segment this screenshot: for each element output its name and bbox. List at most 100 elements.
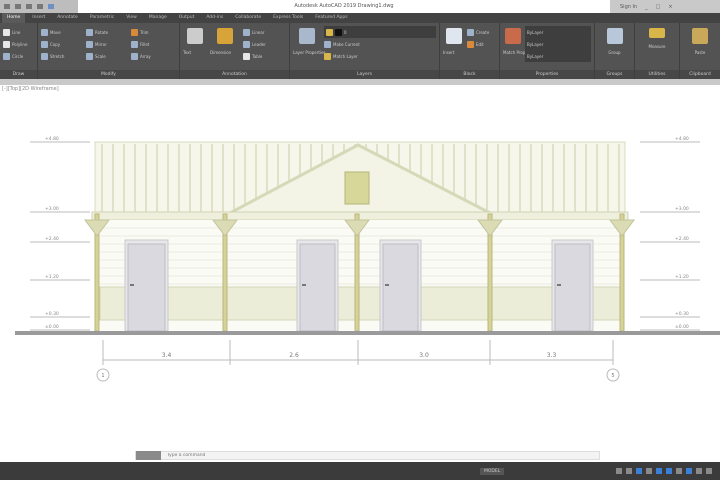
undo-icon[interactable] [48, 4, 54, 9]
window-title: Autodesk AutoCAD 2019 Drawing1.dwg [78, 0, 610, 13]
level-label: +0.30 [45, 311, 59, 317]
command-options-button[interactable] [136, 451, 161, 460]
drawing-canvas[interactable]: [-][Top][2D Wireframe] +4.80 +4.80 +3.00 +3… [0, 85, 720, 462]
polyline-button[interactable]: Polyline [3, 38, 34, 50]
command-line[interactable] [135, 451, 600, 460]
app-icon[interactable] [4, 4, 10, 9]
line-icon [3, 28, 10, 36]
otrack-toggle-icon[interactable] [666, 468, 672, 474]
color-dropdown[interactable]: ByLayer [525, 26, 591, 38]
polar-toggle-icon[interactable] [646, 468, 652, 474]
door [299, 243, 336, 332]
text-icon [187, 28, 203, 44]
mirror-icon [86, 40, 93, 48]
close-button[interactable]: × [668, 4, 672, 10]
tab-collaborate[interactable]: Collaborate [230, 13, 266, 23]
panel-label: Layers [290, 70, 439, 79]
quick-access-toolbar[interactable] [0, 0, 78, 13]
make-current-icon [324, 40, 331, 48]
leader-button[interactable]: Leader [243, 38, 266, 50]
ortho-toggle-icon[interactable] [636, 468, 642, 474]
trim-button[interactable]: Trim [131, 26, 176, 38]
level-label: +1.20 [45, 274, 59, 280]
model-space-button[interactable]: MODEL [480, 467, 505, 475]
save-icon[interactable] [37, 4, 43, 9]
tab-output[interactable]: Output [174, 13, 200, 23]
stretch-icon [41, 52, 48, 60]
match-layer-icon [324, 52, 331, 60]
annotation-scale-icon[interactable] [686, 468, 692, 474]
tab-annotate[interactable]: Annotate [52, 13, 83, 23]
tab-manage[interactable]: Manage [144, 13, 172, 23]
dimension-label: 3.0 [419, 352, 429, 359]
tab-parametric[interactable]: Parametric [85, 13, 119, 23]
railing-panel [99, 286, 623, 321]
stretch-button[interactable]: Stretch [41, 50, 86, 62]
edit-block-button[interactable]: Edit [467, 38, 489, 50]
tab-add-ins[interactable]: Add-ins [201, 13, 228, 23]
viewport-controls[interactable]: [-][Top][2D Wireframe] [2, 86, 59, 92]
measure-button[interactable]: Measure [638, 28, 676, 52]
dimension-label: 3.3 [547, 352, 557, 359]
match-layer-button[interactable]: Match Layer [324, 50, 436, 62]
utilities-panel: Measure Utilities [635, 23, 680, 79]
modify-panel: Move Rotate Trim Copy Mirror Fillet Stre… [38, 23, 180, 79]
tab-featured-apps[interactable]: Featured Apps [310, 13, 352, 23]
open-icon[interactable] [26, 4, 32, 9]
title-bar: Autodesk AutoCAD 2019 Drawing1.dwg Sign … [0, 0, 720, 13]
circle-button[interactable]: Circle [3, 50, 34, 62]
dimension-icon [217, 28, 233, 44]
workspace-icon[interactable] [696, 468, 702, 474]
customize-icon[interactable] [706, 468, 712, 474]
minimize-button[interactable]: _ [645, 4, 648, 10]
level-marker: +1.20 [30, 274, 90, 281]
new-icon[interactable] [15, 4, 21, 9]
status-bar: MODEL [0, 462, 720, 480]
array-button[interactable]: Array [131, 50, 176, 62]
osnap-toggle-icon[interactable] [656, 468, 662, 474]
door-handle [302, 284, 306, 286]
paste-button[interactable]: Paste [683, 28, 717, 58]
tab-insert[interactable]: Insert [27, 13, 50, 23]
mirror-button[interactable]: Mirror [86, 38, 131, 50]
lineweight-toggle-icon[interactable] [676, 468, 682, 474]
line-button[interactable]: Line [3, 26, 34, 38]
level-marker: +3.00 [640, 206, 700, 213]
copy-button[interactable]: Copy [41, 38, 86, 50]
rotate-button[interactable]: Rotate [86, 26, 131, 38]
maximize-button[interactable]: □ [656, 4, 661, 10]
dimension-label: 3.4 [162, 352, 172, 359]
linetype-dropdown[interactable]: ByLayer [525, 38, 591, 50]
level-marker: +3.00 [30, 206, 90, 213]
group-button[interactable]: Group [598, 28, 631, 58]
groups-panel: Group Groups [595, 23, 635, 79]
layer-dropdown[interactable]: 0 [324, 26, 436, 38]
ground-line [15, 331, 720, 335]
layers-panel: Layer Properties 0 Make Current Match La… [290, 23, 440, 79]
fillet-button[interactable]: Fillet [131, 38, 176, 50]
level-marker: +2.40 [30, 236, 90, 243]
create-block-button[interactable]: Create [467, 26, 489, 38]
porch-railing [99, 286, 623, 321]
tab-express-tools[interactable]: Express Tools [268, 13, 308, 23]
linear-button[interactable]: Linear [243, 26, 266, 38]
panel-label: Block [440, 70, 499, 79]
tab-view[interactable]: View [121, 13, 142, 23]
grid-toggle-icon[interactable] [616, 468, 622, 474]
snap-toggle-icon[interactable] [626, 468, 632, 474]
level-label: +2.40 [45, 236, 59, 242]
table-button[interactable]: Table [243, 50, 266, 62]
ribbon: Line Polyline Circle Draw Move Rotate Tr… [0, 23, 720, 79]
sign-in-button[interactable]: Sign In [620, 4, 637, 10]
lineweight-dropdown[interactable]: ByLayer [525, 50, 591, 62]
level-label: +4.80 [675, 136, 689, 142]
door [127, 243, 166, 332]
window-controls: Sign In _ □ × [610, 0, 720, 13]
command-input[interactable] [161, 453, 599, 458]
polyline-icon [3, 40, 10, 48]
move-button[interactable]: Move [41, 26, 86, 38]
make-current-button[interactable]: Make Current [324, 38, 436, 50]
scale-button[interactable]: Scale [86, 50, 131, 62]
annotation-panel: Text Dimension Linear Leader Table Annot… [180, 23, 290, 79]
tab-home[interactable]: Home [2, 13, 26, 23]
